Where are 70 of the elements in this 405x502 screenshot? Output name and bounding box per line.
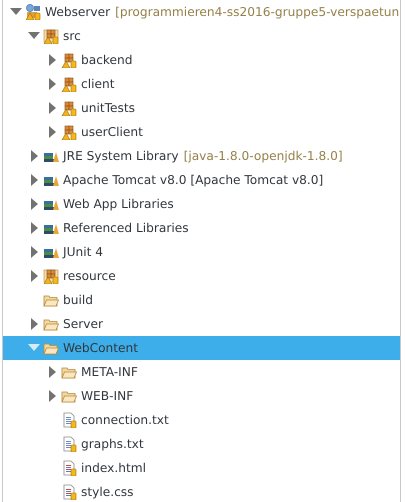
item-label: userClient	[81, 125, 143, 139]
file-icon	[61, 460, 77, 476]
tree-item[interactable]: resource	[3, 264, 400, 288]
item-label: Apache Tomcat v8.0 [Apache Tomcat v8.0]	[63, 173, 324, 187]
tree-item[interactable]: userClient	[3, 120, 400, 144]
collapsed-arrow-icon[interactable]	[48, 126, 56, 138]
tree-item[interactable]: WebContent	[3, 336, 400, 360]
collapsed-arrow-icon[interactable]	[30, 150, 38, 162]
tree-item[interactable]: unitTests	[3, 96, 400, 120]
tree-item[interactable]: JRE System Library [java-1.8.0-openjdk-1.8.0]	[3, 144, 400, 168]
item-label: client	[81, 77, 114, 91]
item-annotation: [programmieren4-ss2016-gruppe5-verspaetun	[115, 5, 400, 19]
package-icon	[61, 76, 77, 92]
tree-item[interactable]: JUnit 4	[3, 240, 400, 264]
collapsed-arrow-icon[interactable]	[30, 318, 38, 330]
tree-item[interactable]: backend	[3, 48, 400, 72]
package-icon	[61, 124, 77, 140]
item-label: Web App Libraries	[63, 197, 174, 211]
tree-item[interactable]: Apache Tomcat v8.0 [Apache Tomcat v8.0]	[3, 168, 400, 192]
item-label: backend	[81, 53, 132, 67]
project-icon	[25, 4, 41, 20]
item-label: JUnit 4	[63, 245, 104, 259]
item-label: index.html	[81, 461, 146, 475]
file-icon	[61, 436, 77, 452]
package-icon	[61, 100, 77, 116]
package-icon	[43, 268, 59, 284]
item-label: style.css	[81, 485, 134, 499]
collapsed-arrow-icon[interactable]	[48, 54, 56, 66]
tree-item[interactable]: src	[3, 24, 400, 48]
item-label: WEB-INF	[81, 389, 134, 403]
collapsed-arrow-icon[interactable]	[48, 366, 56, 378]
item-label: src	[63, 29, 81, 43]
tree-item[interactable]: WEB-INF	[3, 384, 400, 408]
tree-item[interactable]: Web App Libraries	[3, 192, 400, 216]
item-label: WebContent	[63, 341, 138, 355]
tree-item[interactable]: Server	[3, 312, 400, 336]
tree-item[interactable]: build	[3, 288, 400, 312]
collapsed-arrow-icon[interactable]	[30, 270, 38, 282]
expanded-arrow-icon[interactable]	[28, 32, 40, 40]
tree-item[interactable]: Webserver [programmieren4-ss2016-gruppe5-verspaetun	[3, 0, 400, 24]
tree-item[interactable]: Referenced Libraries	[3, 216, 400, 240]
tree-item[interactable]: index.html	[3, 456, 400, 480]
package-icon	[61, 52, 77, 68]
file-icon	[61, 412, 77, 428]
tree-item[interactable]: client	[3, 72, 400, 96]
item-label: build	[63, 293, 93, 307]
item-label: resource	[63, 269, 116, 283]
item-annotation: [java-1.8.0-openjdk-1.8.0]	[184, 149, 343, 163]
item-label: Server	[63, 317, 103, 331]
tree-item[interactable]: graphs.txt	[3, 432, 400, 456]
package-icon	[43, 28, 59, 44]
expanded-arrow-icon[interactable]	[10, 8, 22, 16]
item-label: Webserver	[45, 5, 110, 19]
collapsed-arrow-icon[interactable]	[30, 174, 38, 186]
item-label: META-INF	[81, 365, 138, 379]
item-label: connection.txt	[81, 413, 169, 427]
item-label: JRE System Library	[63, 149, 179, 163]
collapsed-arrow-icon[interactable]	[48, 102, 56, 114]
tree-item[interactable]: META-INF	[3, 360, 400, 384]
item-label: graphs.txt	[81, 437, 144, 451]
collapsed-arrow-icon[interactable]	[30, 222, 38, 234]
collapsed-arrow-icon[interactable]	[30, 198, 38, 210]
item-label: Referenced Libraries	[63, 221, 189, 235]
file-icon	[61, 484, 77, 500]
collapsed-arrow-icon[interactable]	[30, 246, 38, 258]
collapsed-arrow-icon[interactable]	[48, 78, 56, 90]
item-label: unitTests	[81, 101, 135, 115]
tree-item[interactable]: style.css	[3, 480, 400, 502]
collapsed-arrow-icon[interactable]	[48, 390, 56, 402]
tree-item[interactable]: connection.txt	[3, 408, 400, 432]
